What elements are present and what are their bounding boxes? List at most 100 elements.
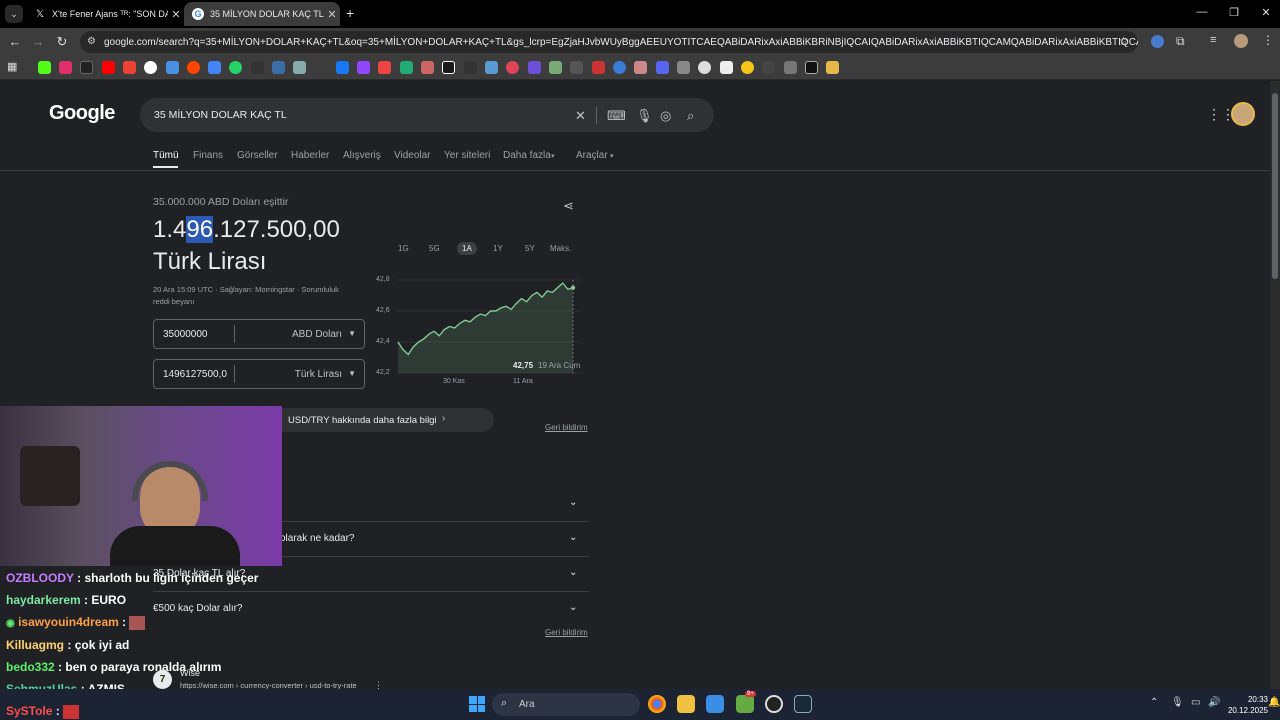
bookmark-site-icon[interactable] [506, 61, 519, 74]
bookmark-site-icon[interactable] [741, 61, 754, 74]
bookmark-site-icon[interactable] [528, 61, 541, 74]
reload-icon[interactable]: ↻ [53, 34, 71, 50]
chrome-taskbar-icon[interactable] [648, 695, 666, 713]
tab-fener-ajans[interactable]: 𝕏 X'te Fener Ajans ᵀᴿ: "SON DAKİ ✕ [26, 2, 184, 26]
bookmark-translate-icon[interactable] [208, 61, 221, 74]
bookmark-site-icon[interactable] [613, 61, 626, 74]
system-clock[interactable]: 20:33 20.12.2025 [1208, 694, 1268, 716]
bookmark-site-icon[interactable] [592, 61, 605, 74]
range-1d[interactable]: 1G [398, 244, 409, 253]
search-icon[interactable]: ⌕ [687, 108, 694, 124]
bookmark-site-icon[interactable] [677, 61, 690, 74]
from-unit-select[interactable]: ABD Doları [292, 329, 342, 340]
forward-icon[interactable]: → [29, 34, 47, 49]
file-explorer-icon[interactable] [677, 695, 695, 713]
result-menu-icon[interactable]: ⋮ [374, 680, 383, 689]
faq-question[interactable]: €500 kaç Dolar alır? [153, 603, 243, 614]
tab-all[interactable]: Tümü [153, 150, 179, 161]
tray-chevron-up-icon[interactable]: ⌃ [1150, 697, 1158, 708]
app-icon[interactable] [736, 695, 754, 713]
from-currency-field[interactable]: 35000000 ABD Doları ▼ [153, 319, 365, 349]
expand-chevron-icon[interactable]: ⌄ [569, 497, 577, 508]
account-avatar[interactable] [1231, 102, 1255, 126]
bookmark-site-icon[interactable] [549, 61, 562, 74]
range-1m[interactable]: 1A [457, 242, 477, 255]
tab-tools[interactable]: Araçlar [576, 150, 608, 161]
bookmark-star-icon[interactable]: ☆ [1118, 34, 1129, 48]
tab-images[interactable]: Görseller [237, 150, 278, 161]
bookmark-facebook-icon[interactable] [336, 61, 349, 74]
microphone-tray-icon[interactable]: 🎙 [1171, 697, 1184, 708]
bookmark-site-icon[interactable] [720, 61, 733, 74]
address-bar[interactable]: ⚙ google.com/search?q=35+MİLYON+DOLAR+KA… [80, 31, 1138, 53]
to-currency-field[interactable]: 1496127500,0 Türk Lirası ▼ [153, 359, 365, 389]
result-url[interactable]: https://wise.com › currency-converter › … [180, 681, 357, 689]
search-box[interactable]: 35 MİLYON DOLAR KAÇ TL ✕ ⌨ 🎙 ◎ ⌕ [140, 98, 714, 132]
bookmark-x-icon[interactable] [80, 61, 93, 74]
app-icon[interactable] [765, 695, 783, 713]
extensions-puzzle-icon[interactable]: ⧉ [1176, 34, 1185, 49]
site-info-icon[interactable]: ⚙ [87, 36, 98, 47]
tab-places[interactable]: Yer siteleri [444, 150, 490, 161]
bookmark-youtube-icon[interactable] [102, 61, 115, 74]
to-unit-select[interactable]: Türk Lirası [295, 369, 342, 380]
tab-finance[interactable]: Finans [193, 150, 223, 161]
bookmark-site-icon[interactable] [293, 61, 306, 74]
photos-icon[interactable] [706, 695, 724, 713]
new-tab-button[interactable]: + [346, 5, 354, 21]
disclaimer-link[interactable]: reddi beyanı [153, 297, 194, 306]
bookmark-site-icon[interactable] [656, 61, 669, 74]
maximize-icon[interactable]: ❐ [1224, 6, 1244, 19]
tab-shopping[interactable]: Alışveriş [343, 150, 381, 161]
bookmark-site-icon[interactable] [762, 61, 775, 74]
media-control-icon[interactable]: ≡ [1210, 34, 1216, 46]
menu-icon[interactable]: ⋮ [1262, 33, 1274, 47]
page-scrollbar[interactable] [1270, 81, 1280, 689]
range-max[interactable]: Maks. [550, 244, 571, 253]
bookmark-folder-icon[interactable] [826, 61, 839, 74]
bookmark-site-icon[interactable] [272, 61, 285, 74]
expand-chevron-icon[interactable]: ⌄ [569, 567, 577, 578]
minimize-icon[interactable]: — [1192, 6, 1212, 18]
from-amount-input[interactable]: 35000000 [163, 329, 208, 340]
scrollbar-thumb[interactable] [1272, 93, 1278, 279]
bookmark-site-icon[interactable] [570, 61, 583, 74]
bookmark-site-icon[interactable] [464, 61, 477, 74]
clear-icon[interactable]: ✕ [575, 108, 586, 124]
bookmark-site-icon[interactable] [784, 61, 797, 74]
bookmark-site-icon[interactable] [485, 61, 498, 74]
search-query[interactable]: 35 MİLYON DOLAR KAÇ TL [154, 109, 287, 121]
more-info-chip[interactable]: USD/TRY hakkında daha fazla bilgi › [270, 408, 494, 432]
back-icon[interactable]: ← [6, 34, 24, 49]
apps-grid-icon[interactable]: ▦ [7, 60, 17, 73]
network-icon[interactable]: ▭ [1191, 697, 1200, 708]
bookmark-gmail-icon[interactable] [123, 61, 136, 74]
expand-chevron-icon[interactable]: ⌄ [569, 532, 577, 543]
bookmark-site-icon[interactable] [698, 61, 711, 74]
microphone-icon[interactable]: 🎙 [636, 108, 653, 124]
bookmark-site-icon[interactable] [400, 61, 413, 74]
start-button[interactable] [469, 696, 485, 712]
bookmark-kick-icon[interactable] [38, 61, 51, 74]
lens-camera-icon[interactable]: ◎ [660, 108, 671, 124]
feedback-link[interactable]: Geri bildirim [545, 423, 588, 432]
range-5y[interactable]: 5Y [525, 244, 535, 253]
tab-videos[interactable]: Videolar [394, 150, 431, 161]
notification-bell-icon[interactable]: 🔔 [1268, 697, 1280, 708]
bookmark-twitch-icon[interactable] [357, 61, 370, 74]
bookmark-site-icon[interactable] [634, 61, 647, 74]
tab-google-search[interactable]: G 35 MİLYON DOLAR KAÇ TL - Go ✕ [184, 2, 340, 26]
bookmark-site-icon[interactable] [166, 61, 179, 74]
bookmark-reddit-icon[interactable] [187, 61, 200, 74]
extension-icon[interactable] [1151, 35, 1164, 48]
to-amount-input[interactable]: 1496127500,0 [163, 369, 227, 380]
share-icon[interactable]: ⋖ [563, 198, 574, 214]
expand-chevron-icon[interactable]: ⌄ [569, 602, 577, 613]
feedback-link[interactable]: Geri bildirim [545, 628, 588, 637]
range-5d[interactable]: 5G [429, 244, 440, 253]
tab-news[interactable]: Haberler [291, 150, 329, 161]
close-tab-icon[interactable]: ✕ [168, 8, 184, 21]
bookmark-site-icon[interactable] [421, 61, 434, 74]
profile-avatar[interactable] [1234, 34, 1248, 48]
bookmark-site-icon[interactable] [251, 61, 264, 74]
